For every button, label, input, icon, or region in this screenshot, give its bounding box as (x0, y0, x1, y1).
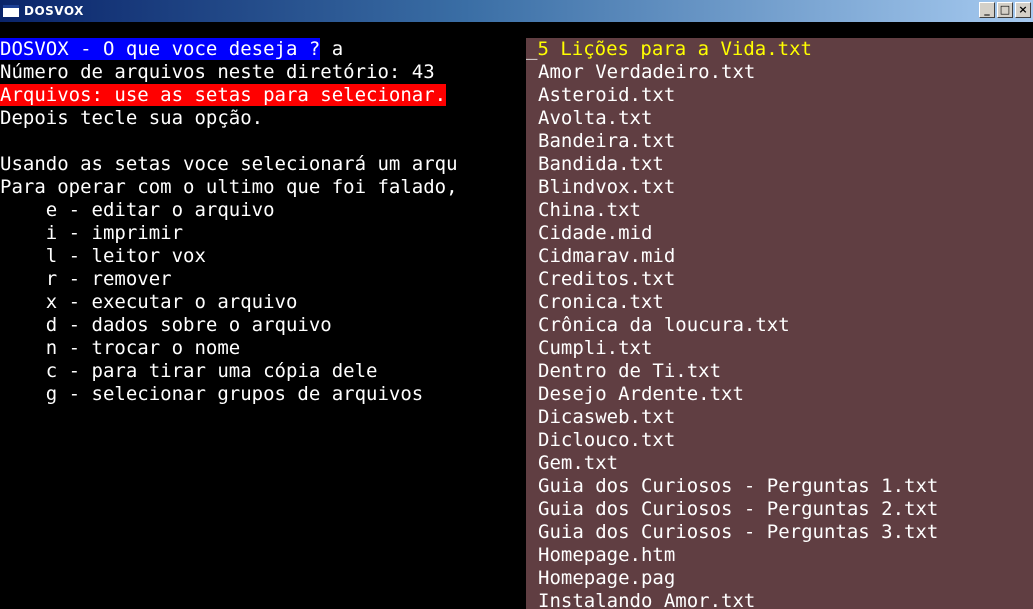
file-list[interactable]: _5 Lições para a Vida.txt Amor Verdadeir… (526, 38, 1033, 609)
file-list-item[interactable]: Guia dos Curiosos - Perguntas 1.txt (538, 475, 1033, 498)
file-list-item[interactable]: Gem.txt (538, 452, 1033, 475)
console-text-pane: DOSVOX - O que voce deseja ? a Número de… (0, 38, 526, 609)
file-list-item[interactable]: Asteroid.txt (538, 84, 1033, 107)
window-title: DOSVOX (24, 4, 84, 18)
file-list-item[interactable]: Homepage.htm (538, 544, 1033, 567)
option-info: d - dados sobre o arquivo (0, 314, 332, 336)
file-list-item[interactable]: Homepage.pag (538, 567, 1033, 590)
instruction-line: Depois tecle sua opção. (0, 107, 264, 129)
file-list-item[interactable]: Diclouco.txt (538, 429, 1033, 452)
instruction-line: Usando as setas voce selecionará um arqu (0, 153, 458, 175)
window-icon (3, 5, 19, 17)
instruction-line: Arquivos: use as setas para selecionar. (0, 84, 526, 107)
option-print: i - imprimir (0, 222, 184, 244)
file-list-item[interactable]: Cidade.mid (538, 222, 1033, 245)
instruction-line: Para operar com o ultimo que foi falado, (0, 176, 458, 198)
text-cursor: _ (526, 38, 538, 60)
prompt-question: DOSVOX - O que voce deseja ? (0, 38, 321, 60)
file-count-line: Número de arquivos neste diretório: 43 (0, 61, 435, 83)
dosvox-window: DOSVOX _ □ × DOSVOX - O que voce deseja … (0, 0, 1033, 609)
file-list-item[interactable]: Cumpli.txt (538, 337, 1033, 360)
arrows-instruction: Arquivos: use as setas para selecionar. (0, 84, 447, 106)
file-list-item[interactable]: Dicasweb.txt (538, 406, 1033, 429)
file-list-item[interactable]: Guia dos Curiosos - Perguntas 2.txt (538, 498, 1033, 521)
file-list-item[interactable]: Cronica.txt (538, 291, 1033, 314)
maximize-button[interactable]: □ (997, 2, 1013, 18)
option-reader: l - leitor vox (0, 245, 206, 267)
prompt-typed-input[interactable]: a (332, 38, 343, 60)
close-button[interactable]: × (1015, 2, 1031, 18)
option-rename: n - trocar o nome (0, 337, 241, 359)
file-list-item[interactable]: Cidmarav.mid (538, 245, 1033, 268)
file-list-item[interactable]: China.txt (538, 199, 1033, 222)
option-copy: c - para tirar uma cópia dele (0, 360, 378, 382)
file-list-item[interactable]: Amor Verdadeiro.txt (538, 61, 1033, 84)
file-list-item[interactable]: Desejo Ardente.txt (538, 383, 1033, 406)
option-execute: x - executar o arquivo (0, 291, 298, 313)
prompt-line[interactable]: DOSVOX - O que voce deseja ? a (0, 38, 526, 61)
option-edit: e - editar o arquivo (0, 199, 275, 221)
file-list-item[interactable]: Blindvox.txt (538, 176, 1033, 199)
file-list-item[interactable]: Bandida.txt (538, 153, 1033, 176)
window-controls: _ □ × (979, 2, 1031, 18)
option-remove: r - remover (0, 268, 172, 290)
file-list-item[interactable]: Avolta.txt (538, 107, 1033, 130)
file-list-item[interactable]: Guia dos Curiosos - Perguntas 3.txt (538, 521, 1033, 544)
file-list-item[interactable]: Dentro de Ti.txt (538, 360, 1033, 383)
file-list-item[interactable]: Creditos.txt (538, 268, 1033, 291)
file-list-item[interactable]: Crônica da loucura.txt (538, 314, 1033, 337)
option-group-select: g - selecionar grupos de arquivos (0, 383, 424, 405)
file-list-item[interactable]: Instalando Amor.txt (538, 590, 1033, 609)
minimize-button[interactable]: _ (979, 2, 995, 18)
file-list-item-selected[interactable]: _5 Lições para a Vida.txt (526, 38, 1021, 61)
file-list-item[interactable]: Bandeira.txt (538, 130, 1033, 153)
title-bar[interactable]: DOSVOX _ □ × (0, 0, 1033, 22)
